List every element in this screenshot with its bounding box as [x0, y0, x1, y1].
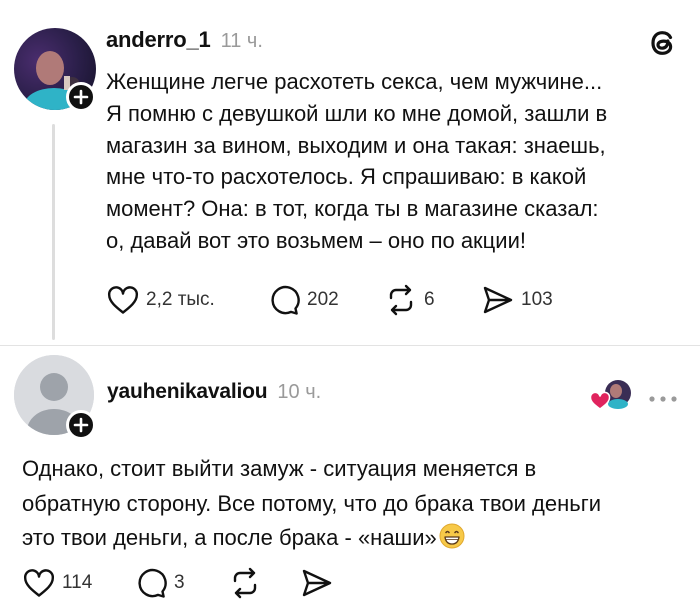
- post1-like-count: 2,2 тыс.: [146, 289, 215, 310]
- grinning-face-emoji: [439, 523, 465, 549]
- follow-button-anderro[interactable]: [66, 82, 96, 112]
- post1-like-button[interactable]: 2,2 тыс.: [106, 283, 215, 317]
- post2-line: Однако, стоит выйти замуж - ситуация мен…: [22, 456, 537, 481]
- post1-share-count: 103: [521, 289, 553, 310]
- post1-username[interactable]: anderro_1: [106, 27, 211, 53]
- comment-icon: [138, 568, 167, 598]
- post1-timestamp[interactable]: 11 ч.: [221, 30, 263, 53]
- follow-button-yauhenikavaliou[interactable]: [66, 410, 96, 440]
- post2-line: обратную сторону. Все потому, что до бра…: [22, 490, 602, 516]
- post1-line: Женщине легче расхотеть секса, чем мужчи…: [106, 69, 603, 94]
- post2-username[interactable]: yauhenikavaliou: [107, 380, 268, 404]
- post2-line-last: это твои деньги, а после брака - «наши»: [22, 521, 692, 556]
- send-icon: [483, 286, 513, 314]
- post2-share-button[interactable]: [300, 566, 334, 600]
- post1-reply-button[interactable]: 202: [267, 283, 339, 317]
- post1-line: магазин за вином, выходим и она такая: з…: [106, 132, 606, 158]
- post1-line: Я помню с девушкой шли ко мне домой, заш…: [106, 100, 608, 126]
- send-icon: [302, 569, 332, 597]
- post1-reply-count: 202: [307, 289, 339, 310]
- post1-repost-button[interactable]: 6: [384, 283, 435, 317]
- heart-icon: [589, 391, 611, 410]
- post2-body: Однако, стоит выйти замуж - ситуация мен…: [22, 452, 692, 556]
- post1-share-button[interactable]: 103: [481, 283, 553, 317]
- liked-by-author-indicator[interactable]: [589, 378, 635, 412]
- more-options-button[interactable]: [648, 390, 678, 408]
- post1-repost-count: 6: [424, 289, 435, 310]
- plus-icon: [73, 89, 89, 105]
- post2-header: yauhenikavaliou 10 ч.: [107, 380, 321, 404]
- post2-repost-button[interactable]: [228, 566, 262, 600]
- post2-like-count: 114: [62, 572, 93, 593]
- post2-like-button[interactable]: 114: [22, 566, 92, 600]
- comment-icon: [271, 285, 300, 315]
- post1-header: anderro_1 11 ч.: [106, 27, 263, 53]
- post2-reply-button[interactable]: 3: [134, 566, 185, 600]
- post2-timestamp[interactable]: 10 ч.: [277, 381, 321, 404]
- post-divider: [0, 345, 700, 346]
- post1-line: о, давай вот это возьмем – оно по акции!: [106, 227, 526, 253]
- post1-line: мне что-то расхотелось. Я спрашиваю: в к…: [106, 164, 587, 190]
- post2-reply-count: 3: [174, 572, 185, 593]
- heart-icon: [107, 286, 139, 314]
- heart-icon: [23, 569, 55, 597]
- repost-icon: [389, 284, 413, 316]
- thread-line: [52, 124, 55, 340]
- more-dots-icon: [649, 396, 677, 402]
- threads-logo-icon[interactable]: [645, 25, 681, 66]
- post1-line: момент? Она: в тот, когда ты в магазине …: [106, 196, 599, 222]
- post1-body: Женщине легче расхотеть секса, чем мужчи…: [106, 66, 686, 257]
- plus-icon: [73, 417, 89, 433]
- repost-icon: [233, 567, 257, 599]
- post2-line: это твои деньги, а после брака - «наши»: [22, 525, 437, 550]
